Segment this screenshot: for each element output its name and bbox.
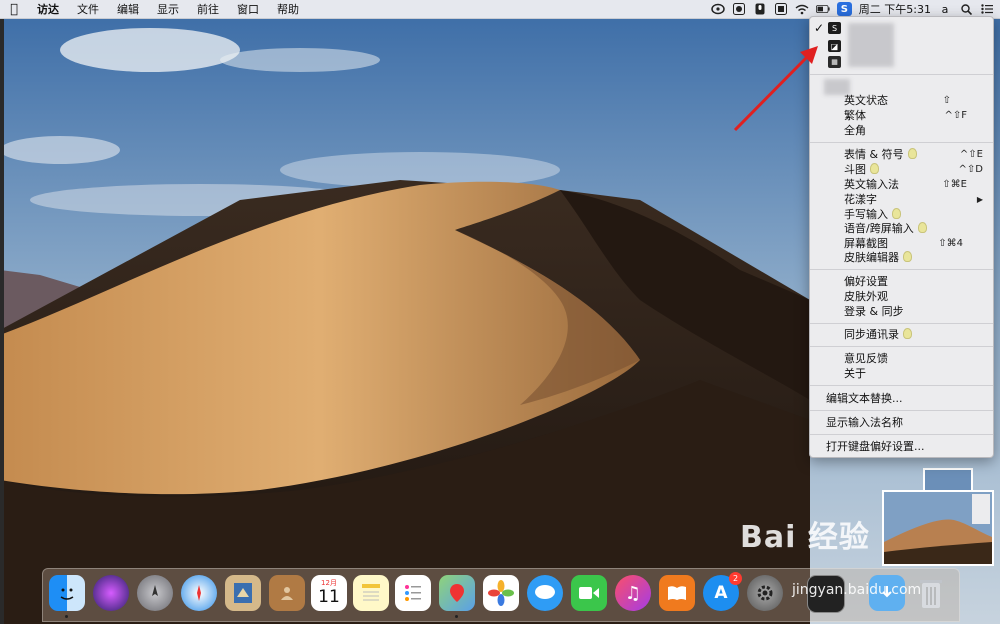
red-annotation-arrow	[733, 46, 818, 132]
